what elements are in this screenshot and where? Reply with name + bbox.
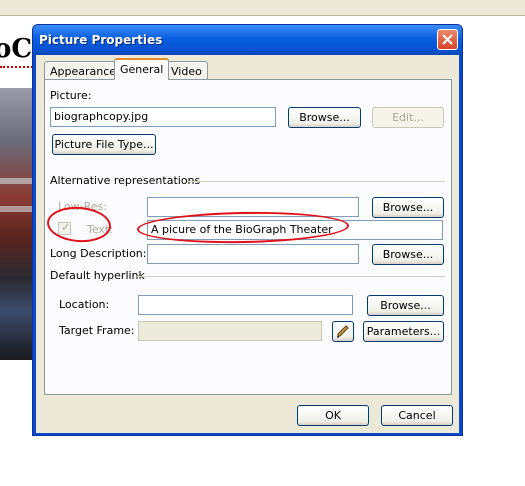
tab-general[interactable]: General <box>114 58 170 80</box>
pencil-icon <box>337 325 349 338</box>
location-field[interactable] <box>138 295 353 315</box>
hyperlink-group-label: Default hyperlink <box>50 269 145 282</box>
target-frame-label: Target Frame: <box>59 324 135 337</box>
tab-appearance[interactable]: Appearance <box>44 61 123 81</box>
hyperlink-group-divider <box>137 276 445 277</box>
dialog-titlebar[interactable]: Picture Properties <box>33 25 462 55</box>
target-frame-field[interactable] <box>138 321 322 341</box>
long-description-browse-button[interactable]: Browse... <box>372 244 444 265</box>
picture-label: Picture: <box>50 89 92 102</box>
picture-file-type-button[interactable]: Picture File Type... <box>52 134 156 155</box>
picture-browse-button[interactable]: Browse... <box>288 107 361 128</box>
dialog-title: Picture Properties <box>39 33 163 47</box>
long-description-field[interactable] <box>147 244 359 264</box>
location-browse-button[interactable]: Browse... <box>367 295 444 316</box>
page-heading: oC <box>0 34 33 64</box>
alt-group-divider <box>187 181 445 182</box>
spellcheck-underline <box>0 64 36 68</box>
target-frame-picker-button[interactable] <box>332 321 354 342</box>
edit-button[interactable]: Edit... <box>372 107 444 128</box>
dialog-client: Appearance General Video Picture: biogra… <box>36 55 459 433</box>
close-button[interactable] <box>437 29 458 50</box>
low-res-browse-button[interactable]: Browse... <box>372 197 444 218</box>
close-icon <box>442 34 453 45</box>
picture-field[interactable]: biographcopy.jpg <box>50 107 276 127</box>
tab-video[interactable]: Video <box>165 61 208 81</box>
tab-label: General <box>120 63 164 76</box>
parameters-button[interactable]: Parameters... <box>363 321 444 342</box>
alt-group-label: Alternative representations <box>50 174 201 187</box>
long-description-label: Long Description: <box>50 247 147 260</box>
tab-label: Appearance <box>50 65 117 78</box>
ok-button[interactable]: OK <box>297 405 369 426</box>
location-label: Location: <box>59 298 110 311</box>
tab-label: Video <box>171 65 202 78</box>
cancel-button[interactable]: Cancel <box>381 405 453 426</box>
top-toolbar <box>0 0 525 16</box>
